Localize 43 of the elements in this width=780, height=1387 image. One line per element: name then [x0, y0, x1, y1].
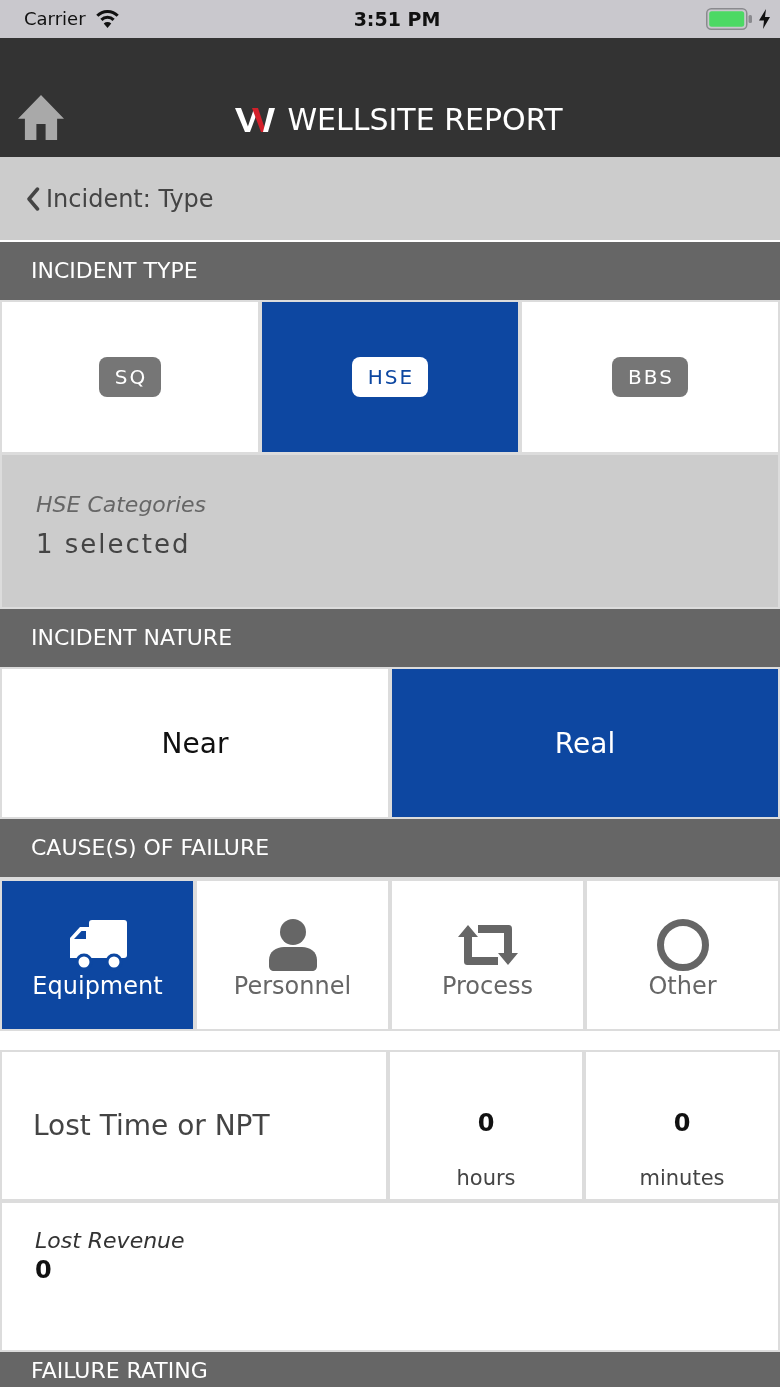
type-tag: HSE	[351, 357, 429, 397]
duration-field[interactable]: 0 minutes	[586, 1052, 778, 1199]
incident-type-option[interactable]: BBS	[522, 302, 778, 452]
cause-option[interactable]: Personnel	[197, 881, 388, 1029]
nature-option[interactable]: Real	[392, 669, 778, 817]
wifi-icon	[94, 10, 120, 28]
incident-type-option[interactable]: HSE	[262, 302, 518, 452]
categories-label: HSE Categories	[36, 491, 206, 519]
battery-icon	[706, 8, 752, 30]
lost-revenue-label: Lost Revenue	[35, 1227, 185, 1255]
section-header: INCIDENT NATURE	[0, 609, 780, 667]
person-icon	[268, 919, 317, 971]
truck-icon	[68, 919, 127, 971]
logo-icon	[235, 106, 276, 133]
categories-value: 1 selected	[36, 528, 191, 561]
lost-revenue-field[interactable]: Lost Revenue 0	[2, 1203, 778, 1350]
back-button[interactable]: Incident: Type	[26, 183, 214, 214]
type-tag: BBS	[612, 357, 688, 397]
duration-unit: minutes	[639, 1165, 725, 1191]
carrier-name: Carrier	[24, 8, 86, 30]
section-header: CAUSE(S) OF FAILURE	[0, 819, 780, 877]
categories-selector[interactable]: HSE Categories 1 selected	[2, 455, 778, 607]
duration-field[interactable]: 0 hours	[390, 1052, 582, 1199]
nature-option[interactable]: Near	[2, 669, 388, 817]
repeat-arrows-icon	[457, 925, 518, 965]
app-title: WELLSITE REPORT	[287, 101, 563, 138]
home-icon[interactable]	[18, 95, 64, 140]
cause-option[interactable]: Equipment	[2, 881, 193, 1029]
chevron-left-icon	[26, 186, 40, 211]
lost-time-label: Lost Time or NPT	[33, 1108, 270, 1143]
duration-unit: hours	[456, 1165, 516, 1191]
duration-value: 0	[673, 1108, 691, 1138]
section-header: FAILURE RATING	[0, 1352, 780, 1387]
incident-type-option[interactable]: SQ	[2, 302, 258, 452]
duration-value: 0	[477, 1108, 495, 1138]
status-time: 3:51 PM	[353, 8, 441, 30]
charging-bolt-icon	[759, 9, 770, 29]
type-tag: SQ	[98, 357, 162, 397]
lost-revenue-value: 0	[35, 1255, 52, 1285]
cause-option[interactable]: Process	[392, 881, 583, 1029]
section-header: INCIDENT TYPE	[0, 242, 780, 300]
ring-icon	[656, 919, 709, 971]
cause-option[interactable]: Other	[587, 881, 778, 1029]
